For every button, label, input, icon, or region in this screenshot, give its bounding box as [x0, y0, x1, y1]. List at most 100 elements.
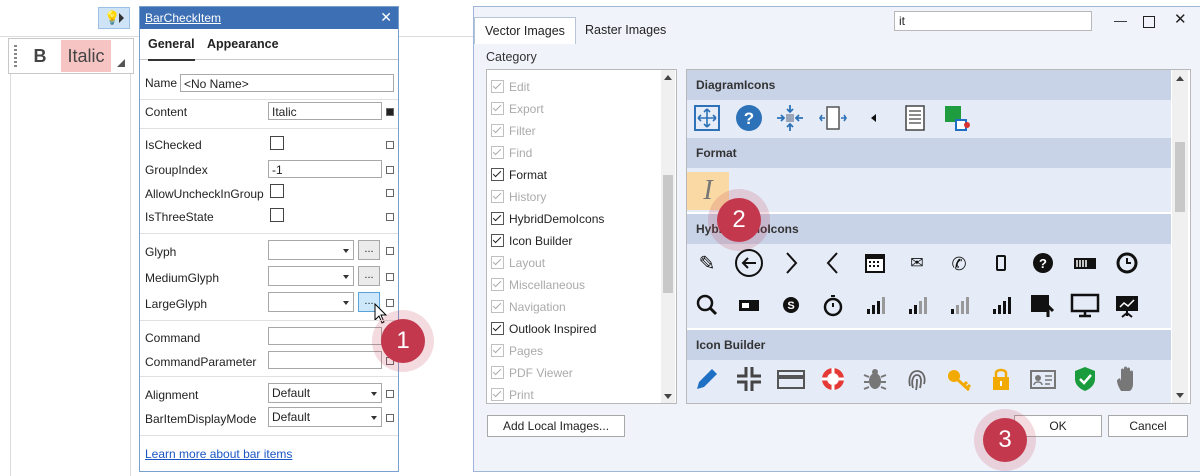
italic-bar-item[interactable]: Italic — [61, 40, 111, 72]
category-checkbox[interactable] — [491, 102, 504, 115]
command-field[interactable] — [268, 327, 382, 345]
scroll-down-icon[interactable] — [1176, 393, 1184, 398]
signal-bars-icon[interactable] — [985, 290, 1017, 322]
groupindex-field[interactable]: -1 — [268, 160, 382, 178]
alignment-dropdown[interactable]: Default — [268, 383, 382, 403]
calendar-upload-icon[interactable] — [1027, 290, 1059, 322]
lock-icon[interactable] — [985, 364, 1017, 396]
category-checkbox[interactable] — [491, 322, 504, 335]
property-marker[interactable] — [386, 273, 394, 281]
cancel-button[interactable]: Cancel — [1108, 415, 1188, 437]
signal-bars-icon[interactable] — [943, 290, 975, 322]
collapse-arrows-icon[interactable] — [733, 364, 765, 396]
skype-icon[interactable]: S — [775, 290, 807, 322]
minimize-button[interactable]: — — [1114, 13, 1127, 28]
tab-vector-images[interactable]: Vector Images — [474, 17, 576, 44]
category-checkbox[interactable] — [491, 168, 504, 181]
ischecked-checkbox[interactable] — [270, 136, 284, 150]
property-marker[interactable] — [386, 108, 394, 116]
signal-bars-icon[interactable] — [859, 290, 891, 322]
tab-raster-images[interactable]: Raster Images — [575, 17, 676, 43]
allowuncheck-checkbox[interactable] — [270, 184, 284, 198]
mediumglyph-browse-button[interactable]: ... — [358, 266, 380, 286]
chevron-right-icon[interactable] — [775, 248, 807, 280]
gallery-scroll-thumb[interactable] — [1175, 142, 1185, 212]
fingerprint-icon[interactable] — [901, 364, 933, 396]
help-icon[interactable]: ? — [733, 103, 765, 135]
blue-pencil-icon[interactable] — [691, 364, 723, 396]
search-input[interactable]: it — [894, 11, 1092, 31]
document-lines-icon[interactable] — [899, 103, 931, 135]
property-marker[interactable] — [386, 390, 394, 398]
category-item[interactable]: Print — [491, 384, 534, 403]
gallery-scrollbar[interactable] — [1172, 70, 1188, 403]
category-checkbox[interactable] — [491, 366, 504, 379]
category-checkbox[interactable] — [491, 256, 504, 269]
property-marker[interactable] — [386, 213, 394, 221]
property-marker[interactable] — [386, 189, 394, 197]
key-icon[interactable] — [943, 364, 975, 396]
scroll-up-icon[interactable] — [1176, 76, 1184, 81]
shield-check-icon[interactable] — [1069, 364, 1101, 396]
shape-link-icon[interactable] — [941, 103, 973, 135]
bar-customize-arrow[interactable] — [117, 59, 125, 67]
category-checkbox[interactable] — [491, 146, 504, 159]
largeglyph-dropdown[interactable] — [268, 292, 354, 312]
category-item[interactable]: Icon Builder — [491, 230, 572, 252]
shrink-arrows-icon[interactable] — [774, 103, 806, 135]
page-width-icon[interactable] — [817, 103, 849, 135]
calendar-icon[interactable] — [859, 248, 891, 280]
move-arrows-icon[interactable] — [691, 103, 723, 135]
category-item[interactable]: Find — [491, 142, 532, 164]
content-field[interactable]: Italic — [268, 102, 382, 120]
category-item[interactable]: Format — [491, 164, 547, 186]
close-button[interactable]: ✕ — [1174, 10, 1187, 28]
learn-more-link[interactable]: Learn more about bar items — [145, 447, 292, 461]
close-icon[interactable]: ✕ — [380, 9, 392, 26]
category-item[interactable]: Layout — [491, 252, 545, 274]
category-item[interactable]: Outlook Inspired — [491, 318, 596, 340]
lifebuoy-icon[interactable] — [817, 364, 849, 396]
maximize-button[interactable] — [1143, 16, 1155, 28]
question-icon[interactable]: ? — [1027, 248, 1059, 280]
property-marker[interactable] — [386, 166, 394, 174]
tab-appearance[interactable]: Appearance — [207, 29, 279, 59]
category-item[interactable]: Miscellaneous — [491, 274, 585, 296]
category-item[interactable]: Export — [491, 98, 544, 120]
signal-bars-icon[interactable] — [901, 290, 933, 322]
back-circle-icon[interactable] — [733, 248, 765, 280]
glyph-dropdown[interactable] — [268, 240, 354, 260]
bar-drag-handle[interactable] — [14, 45, 17, 67]
property-marker[interactable] — [386, 414, 394, 422]
pencil-icon[interactable]: ✎ — [691, 248, 723, 280]
category-item[interactable]: Filter — [491, 120, 536, 142]
card-icon[interactable] — [733, 290, 765, 322]
clock-icon[interactable] — [1111, 248, 1143, 280]
presentation-icon[interactable] — [1111, 290, 1143, 322]
isthreestate-checkbox[interactable] — [270, 208, 284, 222]
monitor-icon[interactable] — [1069, 290, 1101, 322]
commandparameter-field[interactable] — [268, 351, 382, 369]
category-item[interactable]: History — [491, 186, 546, 208]
bug-icon[interactable] — [859, 364, 891, 396]
phone-icon[interactable]: ✆ — [943, 248, 975, 280]
triangle-left-icon[interactable] — [857, 103, 889, 135]
ok-button[interactable]: OK — [1014, 415, 1102, 437]
mediumglyph-dropdown[interactable] — [268, 266, 354, 286]
category-item[interactable]: Edit — [491, 76, 530, 98]
stopwatch-icon[interactable] — [817, 290, 849, 322]
tab-general[interactable]: General — [148, 29, 195, 61]
category-checkbox[interactable] — [491, 80, 504, 93]
id-card-icon[interactable] — [1027, 364, 1059, 396]
category-item[interactable]: Navigation — [491, 296, 566, 318]
category-checkbox[interactable] — [491, 278, 504, 291]
scroll-down-icon[interactable] — [664, 394, 672, 399]
category-checkbox[interactable] — [491, 190, 504, 203]
chevron-left-icon[interactable] — [817, 248, 849, 280]
baritemdisplaymode-dropdown[interactable]: Default — [268, 407, 382, 427]
category-checkbox[interactable] — [491, 344, 504, 357]
property-panel-title[interactable]: BarCheckItem — [145, 11, 221, 25]
category-item[interactable]: HybridDemoIcons — [491, 208, 604, 230]
battery-icon[interactable] — [1069, 248, 1101, 280]
scroll-up-icon[interactable] — [664, 75, 672, 80]
